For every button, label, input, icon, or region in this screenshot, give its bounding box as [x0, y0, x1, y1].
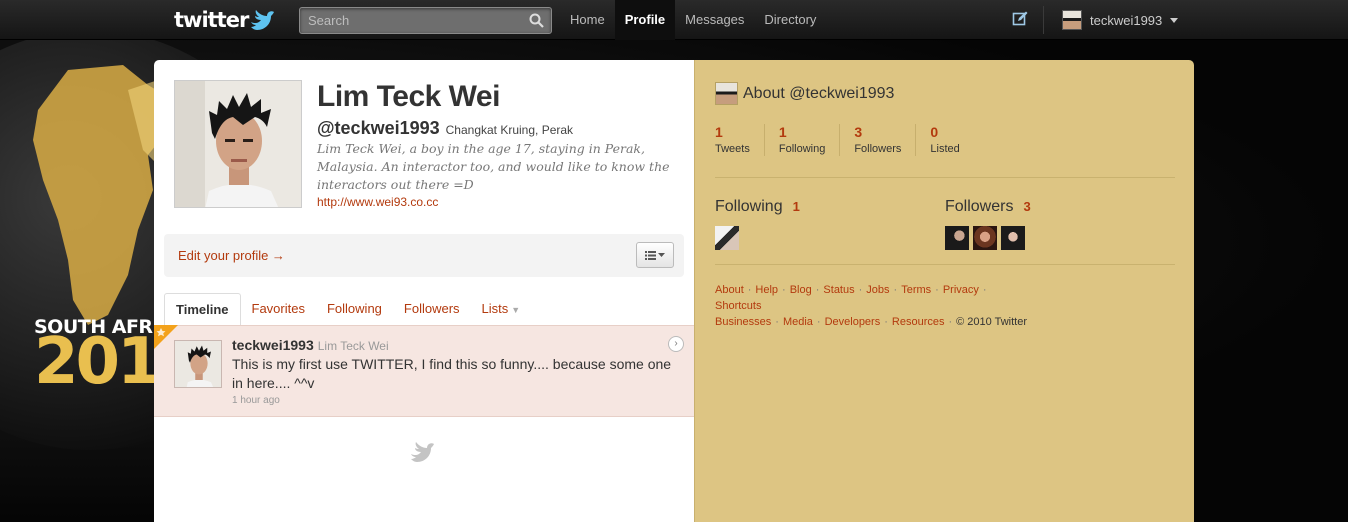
stat-following-count: 1	[778, 124, 787, 140]
nav-messages[interactable]: Messages	[675, 0, 754, 40]
tweet-timestamp[interactable]: 1 hour ago	[232, 395, 280, 406]
dashboard-divider	[715, 264, 1175, 265]
follower-avatar[interactable]	[945, 226, 969, 250]
topbar-divider	[1043, 6, 1044, 34]
about-header: About @teckwei1993	[715, 82, 894, 105]
stat-following[interactable]: 1 Following	[778, 124, 841, 156]
edit-profile-link[interactable]: Edit your profile →	[178, 248, 285, 263]
about-avatar	[715, 82, 738, 105]
dashboard-divider	[715, 177, 1175, 178]
followers-section: Followers 3	[945, 198, 1031, 250]
footer-link-help[interactable]: Help	[755, 282, 778, 298]
logo-text: twitter	[174, 8, 249, 32]
user-avatar	[1062, 10, 1082, 30]
account-username: teckwei1993	[1090, 12, 1163, 28]
chevron-down-icon	[1170, 17, 1179, 23]
stat-listed[interactable]: 0 Listed	[930, 124, 973, 156]
tab-following[interactable]: Following	[316, 293, 393, 325]
profile-bio: Lim Teck Wei, a boy in the age 17, stayi…	[317, 141, 670, 192]
tab-favorites[interactable]: Favorites	[241, 293, 316, 325]
top-navigation-bar: twitter Home Profile Messages Directory …	[0, 0, 1348, 40]
chevron-down-icon: ▼	[511, 305, 521, 315]
search-box[interactable]	[299, 7, 552, 34]
profile-handle-line: @teckwei1993 Changkat Kruing, Perak	[317, 118, 573, 139]
profile-handle: @teckwei1993	[317, 118, 440, 138]
tweet-author-photo	[175, 341, 221, 387]
nav-home[interactable]: Home	[560, 0, 615, 40]
search-input[interactable]	[300, 8, 520, 33]
tab-followers[interactable]: Followers	[393, 293, 471, 325]
list-actions-button[interactable]	[636, 242, 674, 268]
tweet-full-name: Lim Teck Wei	[317, 339, 389, 353]
profile-photo	[175, 81, 301, 207]
footer-row-1: About · Help · Blog · Status · Jobs · Terms · …	[715, 282, 987, 314]
main-nav: Home Profile Messages Directory	[560, 0, 826, 40]
twitter-logo[interactable]: twitter	[174, 8, 275, 32]
stat-followers[interactable]: 3 Followers	[854, 124, 917, 156]
account-menu[interactable]: teckwei1993	[1062, 10, 1179, 30]
footer-row-2: Businesses · Media · Developers · Resources…	[715, 314, 1028, 330]
followers-title[interactable]: Followers	[945, 198, 1013, 216]
footer-links: About · Help · Blog · Status · Jobs · Terms · …	[715, 282, 1035, 330]
stat-following-label: Following	[778, 143, 826, 155]
tab-lists[interactable]: Lists ▼	[471, 293, 532, 325]
footer-link-resources[interactable]: Resources	[892, 314, 945, 330]
follower-avatar[interactable]	[1001, 226, 1025, 250]
profile-main-panel: Lim Teck Wei @teckwei1993 Changkat Kruin…	[154, 60, 694, 522]
compose-tweet-icon[interactable]	[1012, 11, 1028, 27]
footer-link-about[interactable]: About	[715, 282, 744, 298]
bird-icon	[251, 10, 275, 30]
tweet-username[interactable]: teckwei1993	[232, 337, 314, 353]
profile-website-link[interactable]: http://www.wei93.co.cc	[317, 195, 438, 209]
footer-link-blog[interactable]: Blog	[790, 282, 812, 298]
stat-tweets[interactable]: 1 Tweets	[715, 124, 765, 156]
bird-loading-icon	[411, 442, 434, 462]
about-title: About @teckwei1993	[743, 84, 895, 102]
following-title[interactable]: Following	[715, 198, 783, 216]
profile-tabs: Timeline Favorites Following Followers L…	[164, 293, 694, 325]
copyright-text: © 2010 Twitter	[956, 316, 1028, 328]
following-section: Following 1	[715, 198, 800, 250]
footer-link-terms[interactable]: Terms	[901, 282, 931, 298]
footer-link-shortcuts[interactable]: Shortcuts	[715, 298, 761, 314]
tweet-details-arrow-icon[interactable]: ›	[668, 336, 684, 352]
profile-full-name: Lim Teck Wei	[317, 80, 500, 113]
footer-link-privacy[interactable]: Privacy	[943, 282, 979, 298]
following-avatar[interactable]	[715, 226, 739, 250]
tweet-text: This is my first use TWITTER, I find thi…	[232, 356, 672, 391]
tab-timeline[interactable]: Timeline	[164, 293, 241, 325]
chevron-down-icon	[658, 253, 665, 257]
search-icon[interactable]	[529, 13, 544, 28]
nav-directory[interactable]: Directory	[754, 0, 826, 40]
tweet-header: teckwei1993 Lim Teck Wei	[232, 337, 389, 353]
tweet-author-avatar[interactable]	[174, 340, 222, 388]
footer-link-developers[interactable]: Developers	[825, 314, 881, 330]
list-icon	[645, 250, 656, 260]
stat-listed-count: 0	[930, 124, 939, 140]
profile-dashboard: About @teckwei1993 1 Tweets 1 Following …	[694, 60, 1194, 522]
tab-lists-label: Lists	[481, 301, 509, 316]
footer-link-media[interactable]: Media	[783, 314, 813, 330]
followers-count[interactable]: 3	[1023, 199, 1030, 214]
stat-followers-label: Followers	[854, 143, 902, 155]
footer-link-businesses[interactable]: Businesses	[715, 314, 771, 330]
star-corner-icon	[154, 325, 178, 349]
stat-followers-count: 3	[854, 124, 863, 140]
profile-avatar[interactable]	[174, 80, 302, 208]
stats-row: 1 Tweets 1 Following 3 Followers 0 Liste…	[715, 124, 988, 156]
follower-avatar[interactable]	[973, 226, 997, 250]
following-count[interactable]: 1	[793, 199, 800, 214]
profile-location: Changkat Kruing, Perak	[445, 123, 574, 137]
tweet-item[interactable]: teckwei1993 Lim Teck Wei This is my firs…	[154, 325, 694, 417]
stat-tweets-label: Tweets	[715, 143, 750, 155]
profile-actions-bar: Edit your profile →	[164, 234, 684, 277]
stat-listed-label: Listed	[930, 143, 960, 155]
footer-link-status[interactable]: Status	[823, 282, 854, 298]
footer-link-jobs[interactable]: Jobs	[866, 282, 889, 298]
nav-profile[interactable]: Profile	[614, 0, 676, 40]
stat-tweets-count: 1	[715, 124, 723, 140]
